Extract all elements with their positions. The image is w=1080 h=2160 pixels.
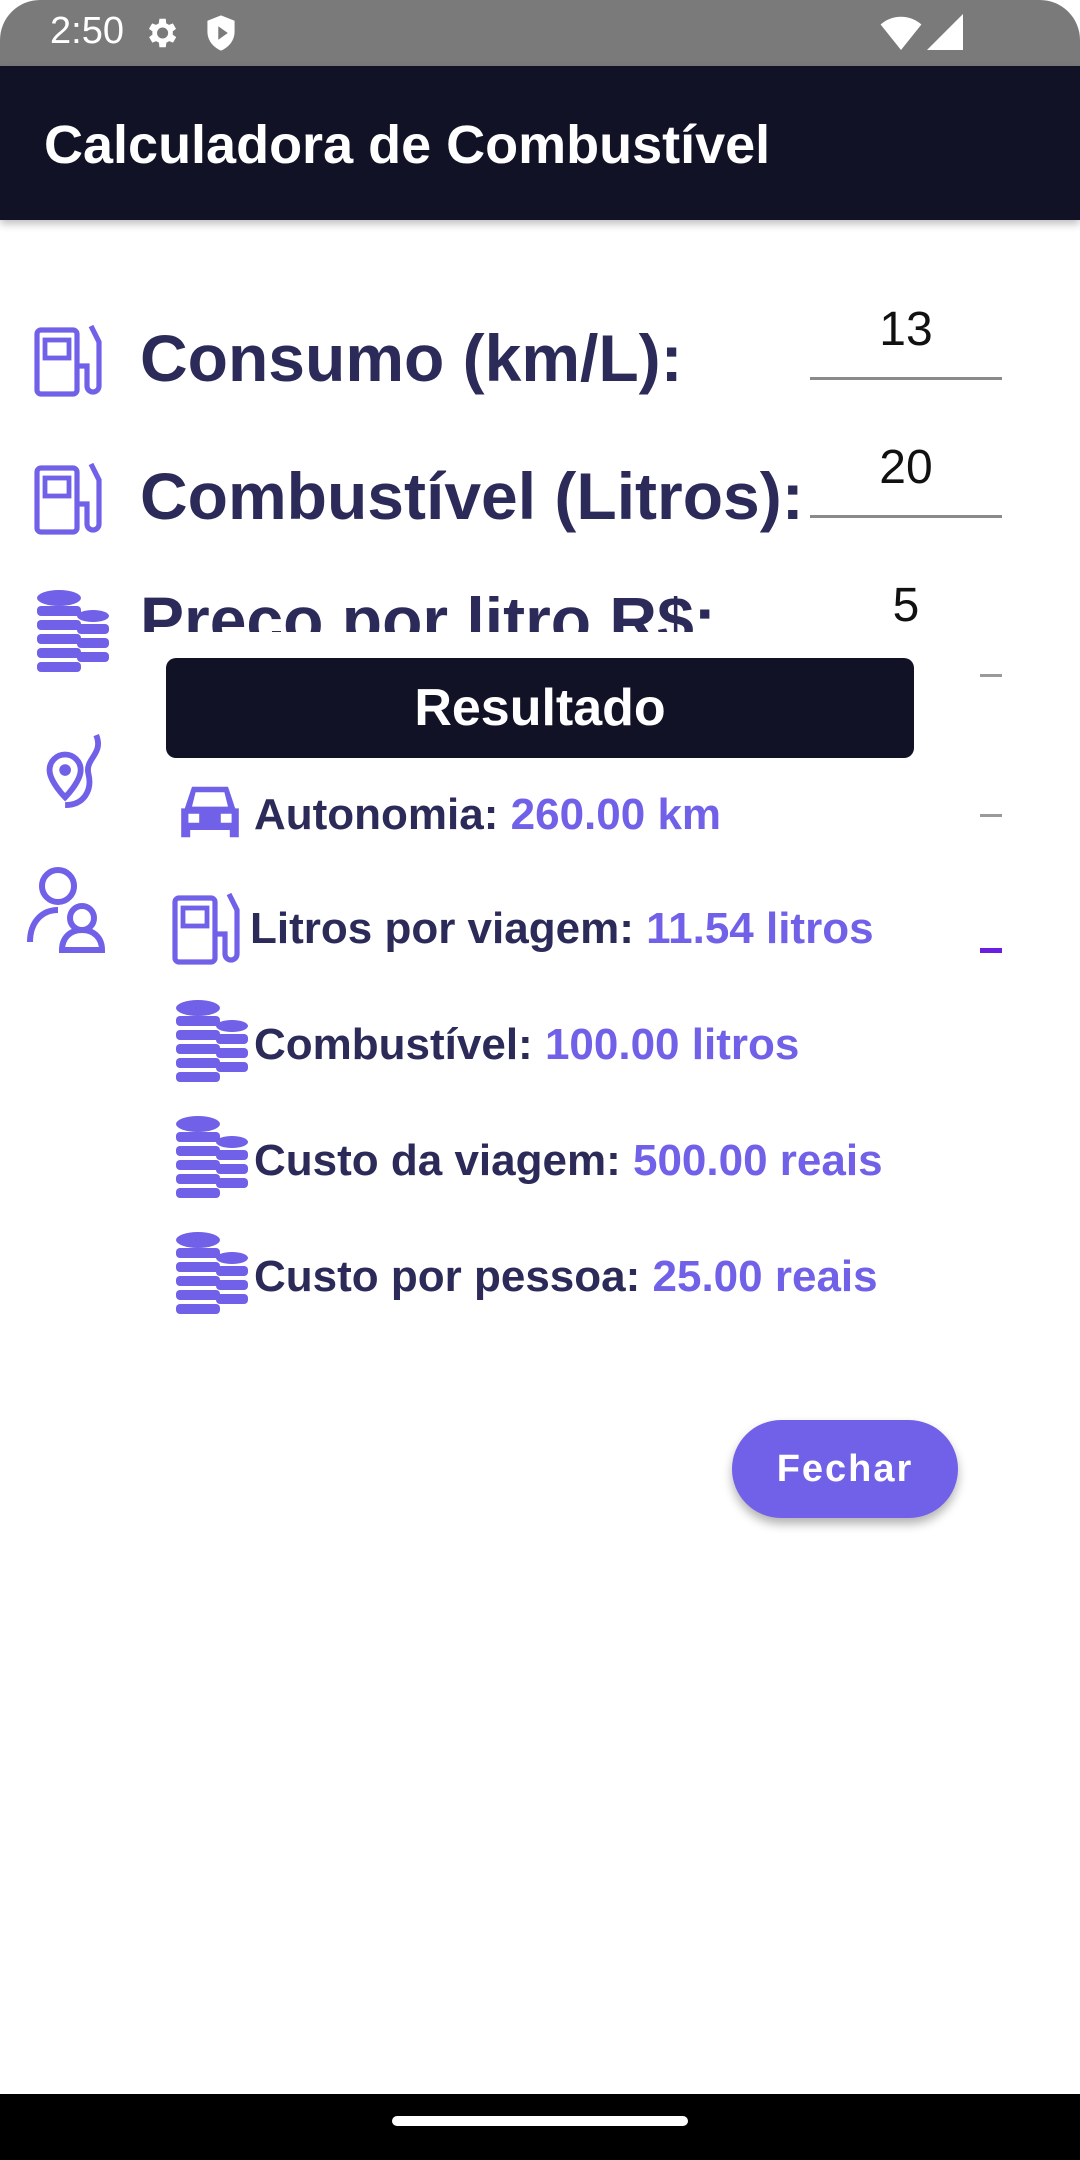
result-row-litros-viagem: Litros por viagem: 11.54 litros	[166, 886, 1066, 966]
coins-icon	[37, 590, 109, 672]
fuel-pump-icon	[34, 462, 102, 535]
field-underline-fragment	[980, 674, 1002, 677]
home-handle[interactable]	[392, 2116, 688, 2126]
combustivel-input[interactable]: 20	[810, 434, 1002, 518]
coins-icon	[176, 1000, 248, 1082]
dialog-title: Resultado	[166, 658, 914, 758]
result-row-combustivel: Combustível: 100.00 litros	[166, 1000, 1066, 1082]
result-value: 100.00 litros	[544, 1020, 800, 1069]
result-row-autonomia: Autonomia: 260.00 km	[166, 772, 1066, 852]
result-value: 260.00 km	[510, 790, 722, 839]
wifi-icon	[880, 16, 922, 50]
result-row-custo-viagem: Custo da viagem: 500.00 reais	[166, 1116, 1066, 1198]
consumo-label: Consumo (km/L):	[140, 321, 683, 395]
route-pin-icon	[46, 733, 101, 808]
result-label: Litros por viagem: 11.54 litros	[250, 904, 874, 953]
fuel-pump-icon	[172, 892, 240, 965]
status-bar: 2:50	[0, 0, 1080, 66]
close-button[interactable]: Fechar	[732, 1420, 958, 1518]
preco-input[interactable]: 5	[810, 572, 1002, 632]
result-label: Combustível: 100.00 litros	[254, 1020, 800, 1069]
cell-signal-icon	[927, 14, 963, 50]
people-icon	[27, 867, 106, 953]
combustivel-label: Combustível (Litros):	[140, 459, 804, 533]
preco-label: Preço por litro R$:	[140, 596, 840, 632]
coins-icon	[176, 1116, 248, 1198]
navigation-bar	[0, 2094, 1080, 2160]
result-label: Autonomia: 260.00 km	[254, 790, 722, 839]
result-row-custo-pessoa: Custo por pessoa: 25.00 reais	[166, 1232, 1066, 1314]
result-value: 500.00 reais	[632, 1136, 883, 1185]
coins-icon	[176, 1232, 248, 1314]
shield-icon	[207, 15, 235, 51]
consumo-input[interactable]: 13	[810, 296, 1002, 380]
result-value: 11.54 litros	[646, 904, 874, 953]
fuel-pump-icon	[34, 324, 102, 397]
result-label: Custo da viagem: 500.00 reais	[254, 1136, 883, 1185]
result-label: Custo por pessoa: 25.00 reais	[254, 1252, 878, 1301]
settings-icon	[148, 18, 177, 48]
page-title: Calculadora de Combustível	[44, 115, 771, 175]
car-icon	[181, 786, 239, 838]
app-bar: Calculadora de Combustível	[0, 66, 1080, 220]
result-value: 25.00 reais	[652, 1252, 878, 1301]
preco-label-clip: Preço por litro R$:	[140, 596, 840, 632]
status-time: 2:50	[50, 10, 124, 52]
